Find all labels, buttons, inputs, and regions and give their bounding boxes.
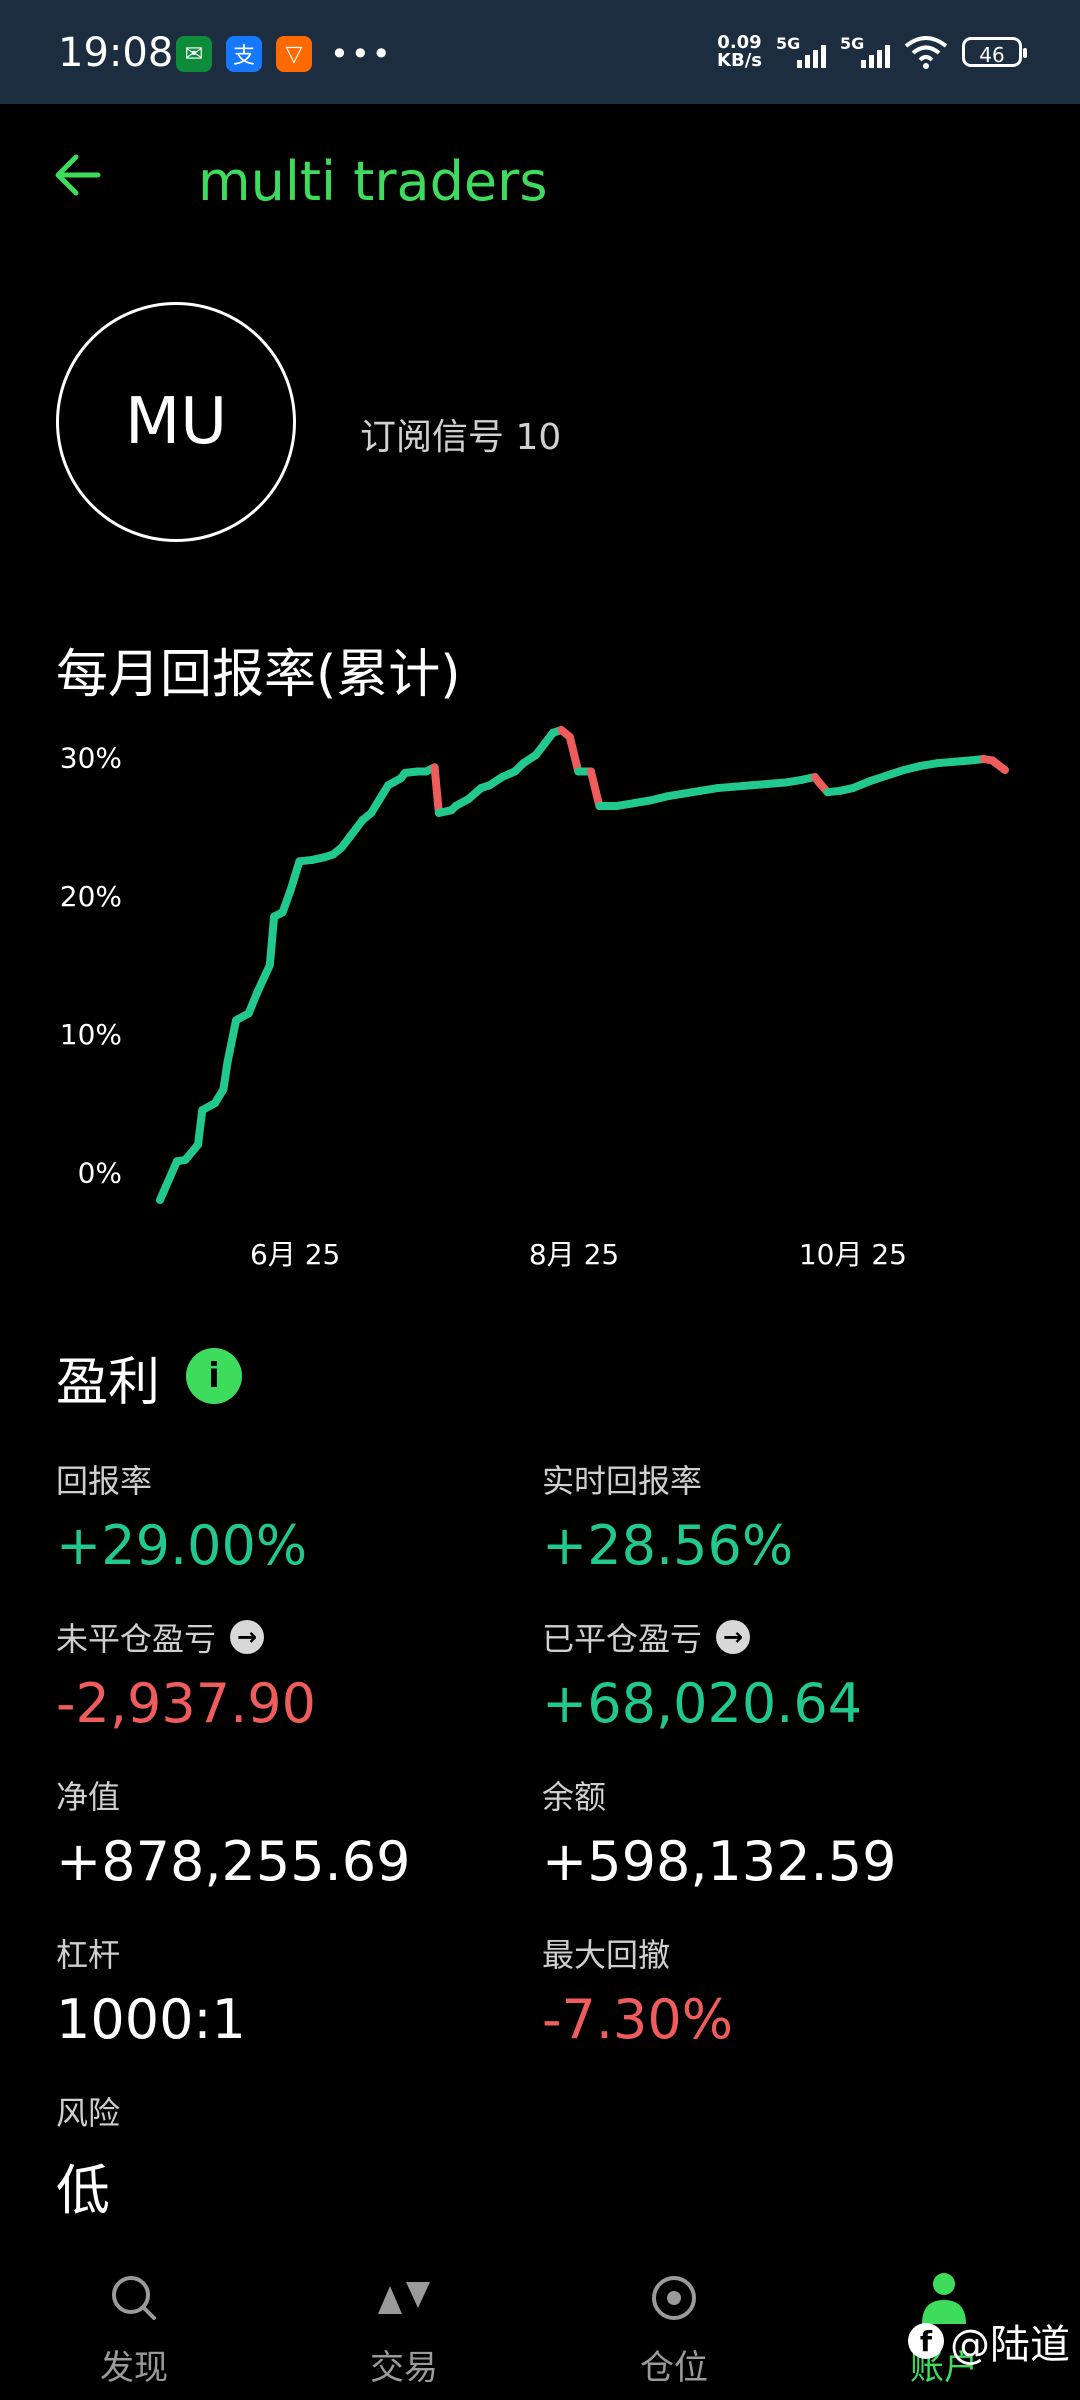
series-line-segment <box>194 1106 207 1149</box>
realtime-return-value: +28.56% <box>542 1514 794 1577</box>
nav-discover-label: 发现 <box>100 2348 168 2388</box>
network-speed: 0.09 KB/s <box>717 34 762 70</box>
series-line-segment <box>223 1016 241 1066</box>
search-icon <box>112 2276 156 2320</box>
y-tick-label: 0% <box>78 1156 122 1189</box>
leverage-label: 杠杆 <box>56 1930 120 1976</box>
facebook-logo-icon: f <box>908 2323 944 2359</box>
info-icon[interactable]: i <box>186 1348 242 1404</box>
max-drawdown-label-text: 最大回撤 <box>542 1936 671 1974</box>
equity-value: +878,255.69 <box>56 1830 411 1893</box>
signal-sim1-icon: 5G <box>776 34 826 70</box>
alipay-app-icon: 支 <box>226 36 262 72</box>
closed-pnl-label-text: 已平仓盈亏 <box>542 1620 703 1658</box>
realtime-return-label: 实时回报率 <box>542 1456 702 1502</box>
y-tick-label: 10% <box>60 1018 122 1051</box>
x-tick-label: 6月 25 <box>250 1238 340 1271</box>
wifi-icon <box>904 36 948 69</box>
watermark: f @陆道 <box>908 2312 1070 2370</box>
notification-icons: ✉ 支 ▽ ••• <box>176 36 393 72</box>
balance-label-text: 余额 <box>542 1778 607 1816</box>
battery-icon: 46 <box>962 37 1027 67</box>
y-tick-label: 20% <box>60 880 122 913</box>
series-line-segment <box>430 763 443 817</box>
return-rate-label: 回报率 <box>56 1456 152 1502</box>
nav-positions[interactable]: 仓位 <box>584 2266 764 2389</box>
risk-label-text: 风险 <box>56 2094 121 2132</box>
series-line-segment <box>219 1057 232 1094</box>
closed-pnl-label[interactable]: 已平仓盈亏 → <box>542 1614 751 1660</box>
profit-title: 盈利 <box>56 1353 161 1413</box>
back-arrow-icon[interactable] <box>52 150 102 200</box>
return-rate-value: +29.00% <box>56 1514 308 1577</box>
position-target-icon <box>652 2276 696 2320</box>
page-title: multi traders <box>198 150 548 213</box>
floating-pnl-value: -2,937.90 <box>56 1672 316 1735</box>
avatar: MU <box>56 302 296 542</box>
x-tick-label: 10月 25 <box>799 1238 907 1271</box>
series-line-segment <box>586 767 604 811</box>
realtime-return-label-text: 实时回报率 <box>542 1462 703 1500</box>
equity-label: 净值 <box>56 1772 120 1818</box>
x-tick-label: 8月 25 <box>529 1238 619 1271</box>
status-bar: 19:08 ✉ 支 ▽ ••• 0.09 KB/s 5G 5G 46 <box>0 0 1080 104</box>
status-time: 19:08 <box>58 30 174 76</box>
return-chart: 30% 20% 10% 0% 6月 25 8月 25 10月 25 <box>60 726 1009 1271</box>
leverage-label-text: 杠杆 <box>56 1936 121 1974</box>
status-right: 0.09 KB/s 5G 5G 46 <box>717 34 1027 70</box>
nav-trade-label: 交易 <box>370 2348 438 2388</box>
taobao-app-icon: ▽ <box>276 36 312 72</box>
return-rate-label-text: 回报率 <box>56 1462 153 1500</box>
series-line-segment <box>156 1157 181 1204</box>
avatar-initials: MU <box>124 385 228 459</box>
arrow-right-icon[interactable]: → <box>230 1620 265 1654</box>
battery-level: 46 <box>979 43 1005 67</box>
balance-value: +598,132.59 <box>542 1830 897 1893</box>
nav-discover[interactable]: 发现 <box>44 2266 224 2389</box>
floating-pnl-label-text: 未平仓盈亏 <box>56 1620 217 1658</box>
max-drawdown-value: -7.30% <box>542 1988 734 2051</box>
more-notifications-icon: ••• <box>330 35 393 73</box>
y-tick-label: 30% <box>60 742 122 775</box>
closed-pnl-value: +68,020.64 <box>542 1672 863 1735</box>
subscription-count: 订阅信号 10 <box>360 417 562 458</box>
risk-label: 风险 <box>56 2088 120 2134</box>
series-line-segment <box>286 857 304 893</box>
arrow-right-icon[interactable]: → <box>716 1620 751 1654</box>
watermark-text: @陆道 <box>950 2322 1070 2368</box>
floating-pnl-label[interactable]: 未平仓盈亏 → <box>56 1614 265 1660</box>
leverage-value: 1000:1 <box>56 1988 246 2051</box>
postal-app-icon: ✉ <box>176 36 212 72</box>
chart-title: 每月回报率(累计) <box>56 645 461 705</box>
trade-arrows-icon <box>378 2282 430 2314</box>
equity-label-text: 净值 <box>56 1778 121 1816</box>
balance-label: 余额 <box>542 1772 606 1818</box>
series-line-segment <box>988 756 1009 775</box>
network-speed-unit: KB/s <box>717 50 762 71</box>
series-line-segment <box>265 912 279 969</box>
risk-value: 低 <box>56 2159 110 2222</box>
series-line-segment <box>565 732 583 776</box>
signal-sim2-icon: 5G <box>840 34 890 70</box>
nav-trade[interactable]: 交易 <box>314 2266 494 2389</box>
nav-positions-label: 仓位 <box>640 2348 708 2388</box>
series-line-segment <box>253 961 274 997</box>
max-drawdown-label: 最大回撤 <box>542 1930 670 1976</box>
